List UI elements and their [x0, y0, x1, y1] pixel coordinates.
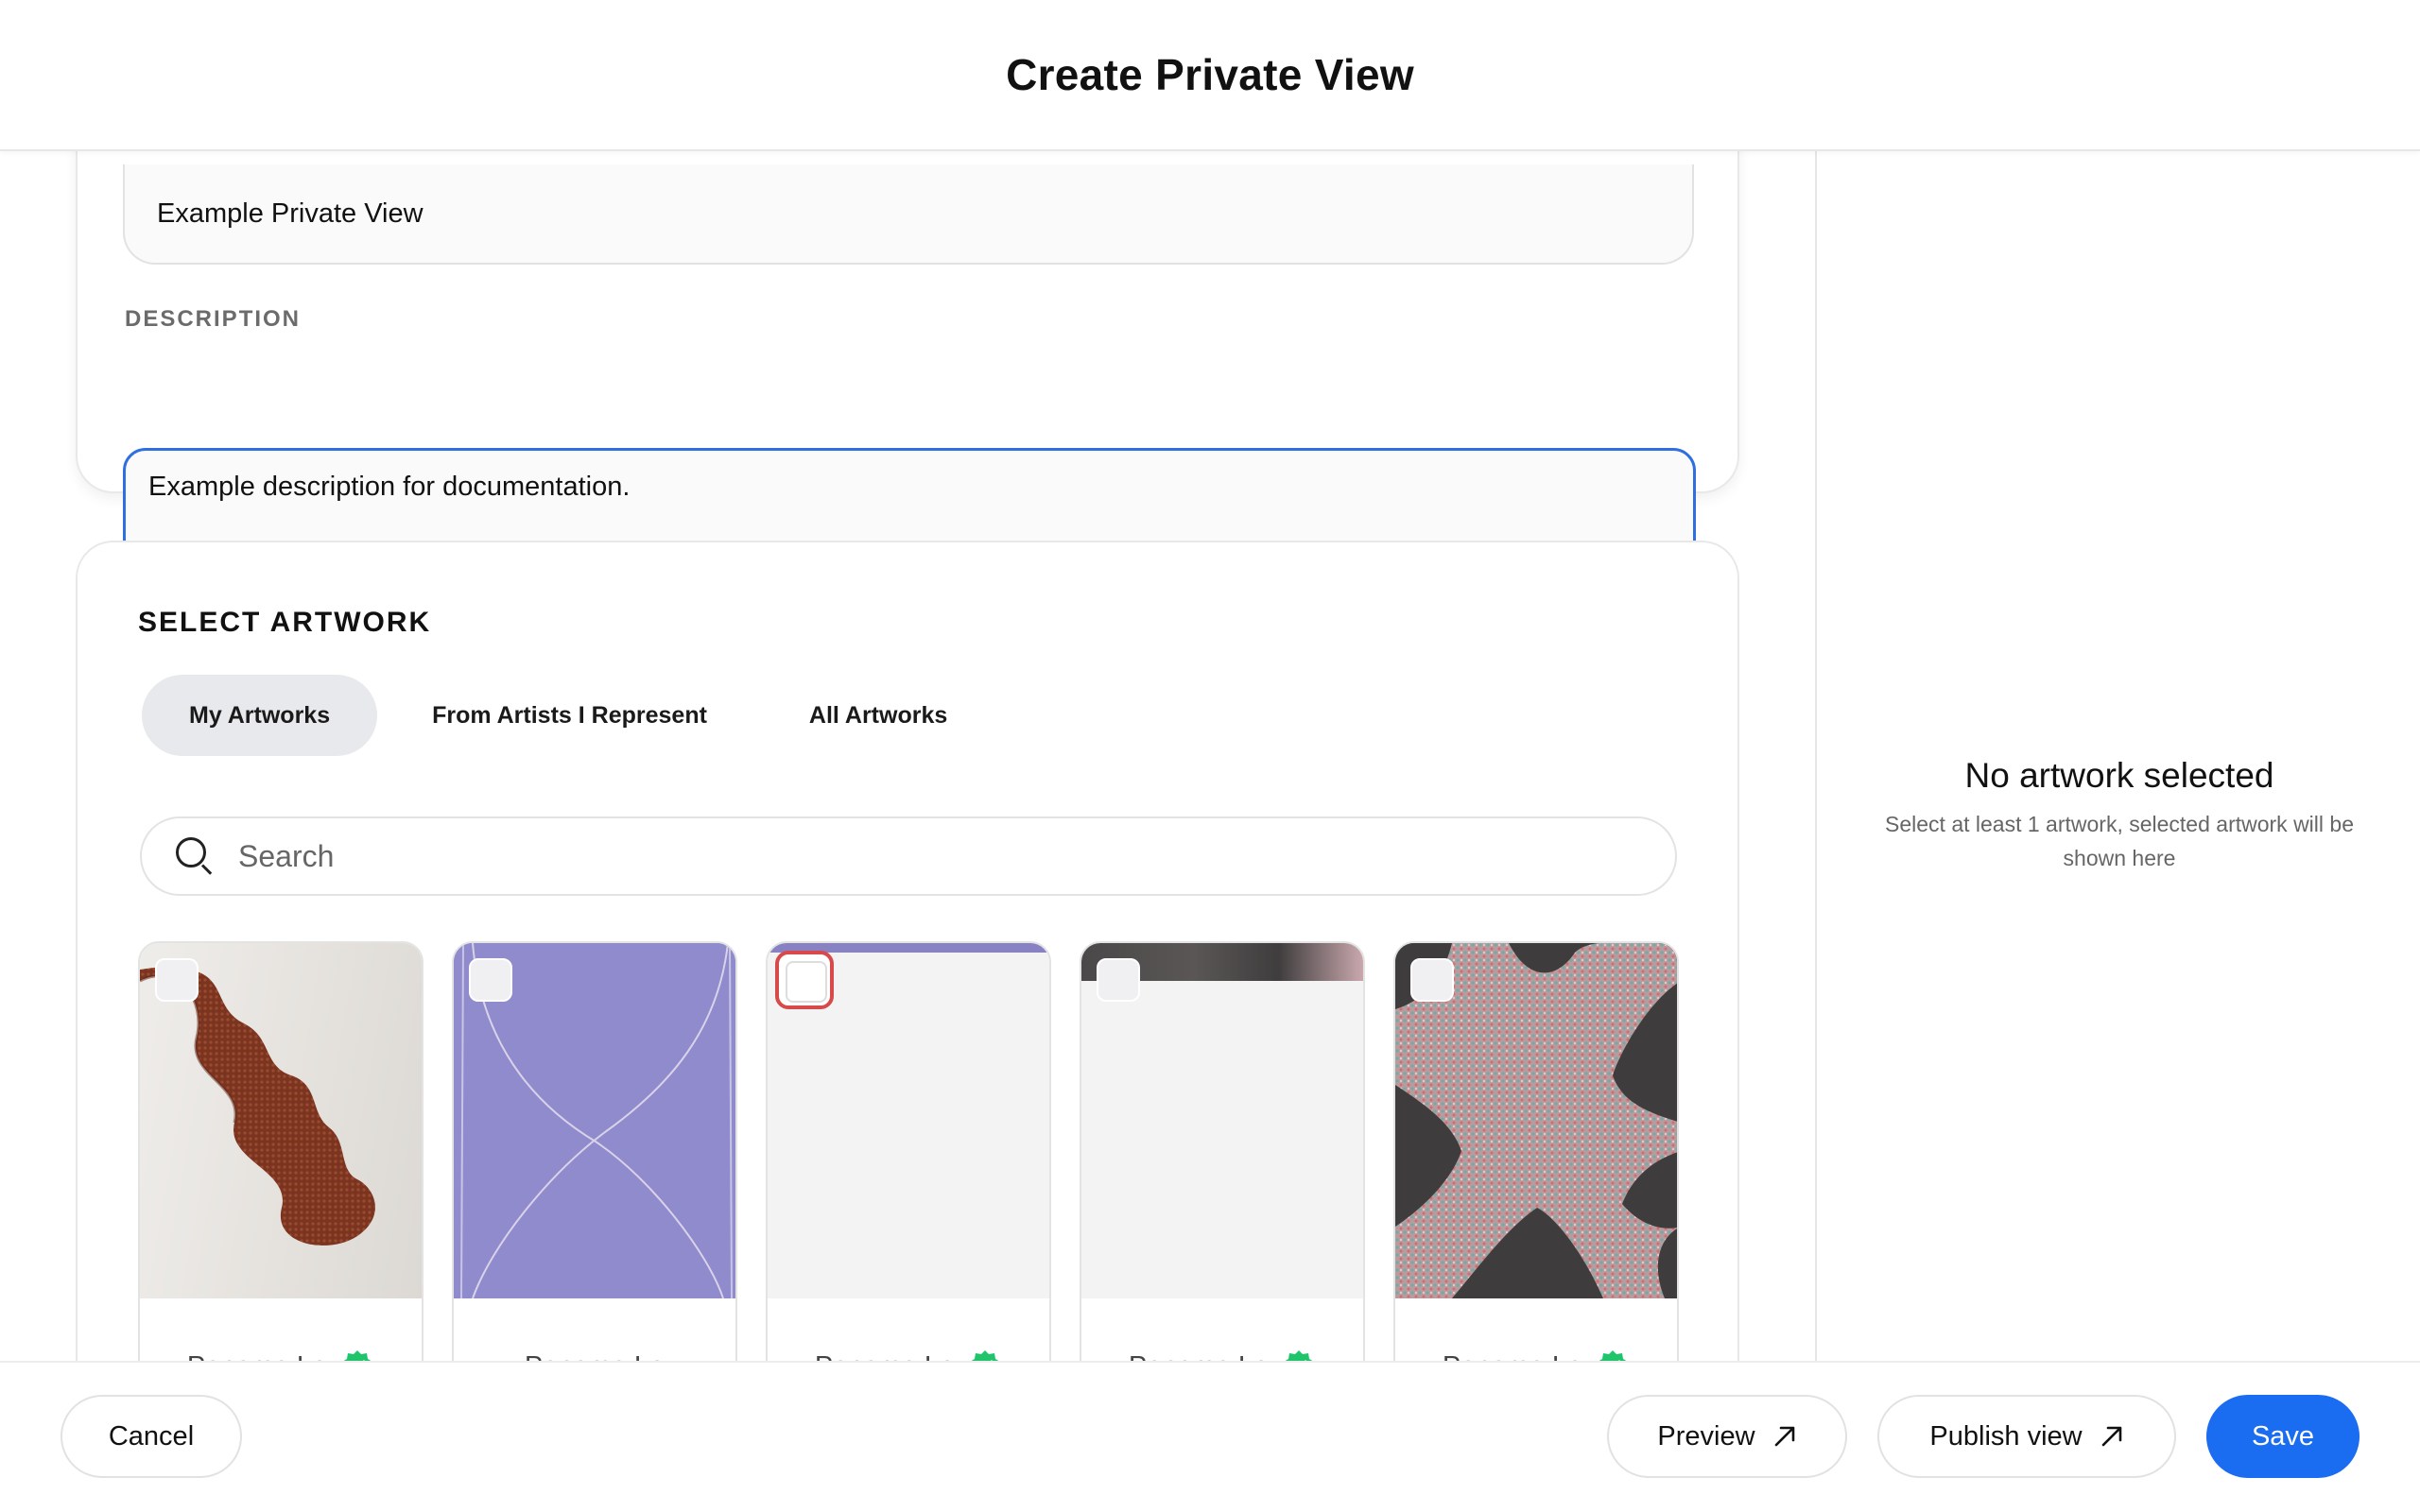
artwork-checkbox[interactable]: [469, 958, 512, 1002]
tab-my-artworks[interactable]: My Artworks: [142, 675, 378, 756]
artwork-checkbox[interactable]: [1097, 958, 1140, 1002]
publish-view-button[interactable]: Publish view: [1877, 1395, 2176, 1478]
artwork-card[interactable]: Panama Le: [766, 941, 1051, 1361]
section-title: SELECT ARTWORK: [138, 607, 432, 638]
publish-button-label: Publish view: [1929, 1420, 2083, 1452]
verified-badge-icon: [1285, 1350, 1313, 1361]
artwork-card[interactable]: Panama Le: [1080, 941, 1365, 1361]
artwork-footer: Panama Le: [768, 1298, 1049, 1361]
page-title: Create Private View: [1006, 50, 1414, 99]
artwork-grid: Panama Le: [138, 941, 1707, 1361]
tab-all-artworks[interactable]: All Artworks: [762, 675, 994, 756]
artist-name: Panama Le: [525, 1351, 665, 1362]
search-icon: [174, 835, 216, 877]
artwork-footer: Panama Le: [1395, 1298, 1677, 1361]
artwork-checkbox[interactable]: [775, 951, 834, 1009]
external-arrow-icon: [1774, 1426, 1794, 1447]
details-card: Example Private View DESCRIPTION Example…: [76, 151, 1739, 601]
verified-badge-icon: [1599, 1350, 1627, 1361]
empty-state-subtitle: Select at least 1 artwork, selected artw…: [1885, 812, 2354, 870]
artwork-image[interactable]: [768, 943, 1049, 1298]
preview-button[interactable]: Preview: [1607, 1395, 1847, 1478]
artwork-checkbox[interactable]: [155, 958, 199, 1002]
app-window: Create Private View Example Private View…: [0, 0, 2420, 1512]
main-content[interactable]: Example Private View DESCRIPTION Example…: [0, 151, 1815, 1361]
artwork-checkbox[interactable]: [1410, 958, 1454, 1002]
artwork-image[interactable]: [454, 943, 735, 1298]
artist-name: Panama Le: [1443, 1351, 1582, 1362]
description-text: Example description for documentation.: [148, 472, 631, 502]
artwork-footer: Panama Le: [1081, 1298, 1363, 1361]
artist-name: Panama Le: [1129, 1351, 1269, 1362]
selected-artwork-panel: No artwork selected Select at least 1 ar…: [1815, 151, 2420, 1361]
description-label: DESCRIPTION: [125, 306, 302, 332]
verified-badge-icon: [343, 1350, 372, 1361]
artwork-footer: Panama Le: [454, 1298, 735, 1362]
save-button[interactable]: Save: [2206, 1395, 2360, 1478]
verified-badge-icon: [971, 1350, 999, 1361]
save-button-label: Save: [2251, 1420, 2315, 1452]
name-input[interactable]: Example Private View: [123, 164, 1694, 265]
preview-button-label: Preview: [1657, 1420, 1755, 1452]
artwork-tabs: My Artworks From Artists I Represent All…: [142, 675, 994, 756]
external-arrow-icon: [2101, 1426, 2121, 1447]
artwork-footer: Panama Le: [140, 1298, 422, 1361]
cancel-button[interactable]: Cancel: [60, 1395, 242, 1478]
search-bar[interactable]: [140, 816, 1677, 896]
artwork-image[interactable]: [1081, 943, 1363, 1298]
artwork-image[interactable]: [1395, 943, 1677, 1298]
search-input[interactable]: [238, 838, 1562, 874]
artist-name: Panama Le: [187, 1351, 327, 1362]
artwork-card[interactable]: Panama Le: [1393, 941, 1679, 1361]
empty-state-title: No artwork selected: [1964, 756, 2274, 795]
select-artwork-card: SELECT ARTWORK My Artworks From Artists …: [76, 541, 1739, 1361]
artist-name: Panama Le: [815, 1351, 955, 1362]
artwork-card[interactable]: Panama Le: [138, 941, 424, 1361]
artwork-card[interactable]: Panama Le: [452, 941, 737, 1361]
tab-from-artists-i-represent[interactable]: From Artists I Represent: [385, 675, 754, 756]
artwork-image[interactable]: [140, 943, 422, 1298]
cancel-button-label: Cancel: [108, 1420, 195, 1452]
page-header: Create Private View: [0, 0, 2420, 151]
action-footer: Cancel Preview Publish view Save: [0, 1361, 2420, 1512]
